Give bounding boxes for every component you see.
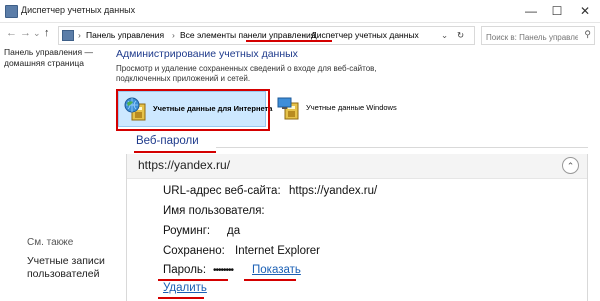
web-credentials-highlight-box [116,89,270,131]
main-content: Администрирование учетных данных Просмот… [108,47,600,301]
windows-credentials-tab[interactable]: Учетные данные Windows [276,91,397,125]
recent-locations-icon[interactable]: ⌄ [33,28,41,39]
breadcrumb-control-panel[interactable]: Панель управления [86,30,164,40]
search-input[interactable] [482,29,578,45]
roaming-value: да [227,225,241,237]
title-bar: Диспетчер учетных данных — ☐ ✕ [0,0,600,23]
maximize-button[interactable]: ☐ [546,0,568,22]
password-value: •••••••• [213,265,234,276]
window-title: Диспетчер учетных данных [21,5,136,15]
section-divider [216,147,588,148]
site-url-label: URL-адрес веб-сайта: [163,185,281,197]
site-url-value: https://yandex.ru/ [289,185,378,197]
up-arrow-icon[interactable]: ↑ [44,27,50,39]
credential-url: https://yandex.ru/ [138,158,231,172]
control-panel-icon [62,30,74,41]
show-password-link[interactable]: Показать [252,264,301,276]
saved-by-value: Internet Explorer [235,245,321,257]
collapse-chevron-icon[interactable]: ⌃ [562,157,579,174]
breadcrumb[interactable]: › Панель управления › Все элементы панел… [58,26,475,45]
windows-credentials-label: Учетные данные Windows [306,103,397,112]
breadcrumb-separator-icon: › [303,30,306,40]
breadcrumb-credential-manager[interactable]: Диспетчер учетных данных [311,30,419,40]
password-label: Пароль: [163,264,207,276]
show-link-underline [244,279,296,281]
search-icon: ⚲ [584,29,591,39]
left-navigation: Панель управления — домашняя страница См… [0,47,108,301]
address-dropdown-icon[interactable]: ⌄ [441,30,448,41]
back-arrow-icon[interactable]: ← [6,27,17,39]
username-label: Имя пользователя: [163,205,265,217]
search-box[interactable]: ⚲ [481,26,595,45]
close-button[interactable]: ✕ [574,0,596,22]
breadcrumb-highlight-underline [246,40,332,42]
delete-link-underline [158,297,204,299]
minimize-button[interactable]: — [520,0,542,22]
breadcrumb-separator-icon: › [78,30,81,40]
credential-manager-icon [5,5,18,18]
forward-arrow-icon[interactable]: → [20,27,31,39]
refresh-icon[interactable]: ↻ [457,30,464,41]
page-description: Просмотр и удаление сохраненных сведений… [116,64,377,83]
address-bar: ← → ⌄ ↑ › Панель управления › Все элемен… [0,23,600,47]
control-panel-home-link[interactable]: Панель управления — домашняя страница [4,47,104,69]
windows-credentials-icon [277,97,299,120]
roaming-label: Роуминг: [163,225,211,237]
user-accounts-link[interactable]: Учетные записи пользователей [27,255,105,281]
see-also-heading: См. также [27,237,74,248]
delete-credential-link[interactable]: Удалить [163,282,207,294]
page-title: Администрирование учетных данных [116,48,298,60]
web-passwords-heading: Веб-пароли [136,135,199,147]
credential-entry-header[interactable]: https://yandex.ru/ ⌃ [127,154,587,179]
breadcrumb-separator-icon: › [172,30,175,40]
web-passwords-underline [134,151,216,153]
breadcrumb-all-items[interactable]: Все элементы панели управления [180,30,315,40]
password-underline [158,279,228,281]
saved-by-label: Сохранено: [163,245,225,257]
